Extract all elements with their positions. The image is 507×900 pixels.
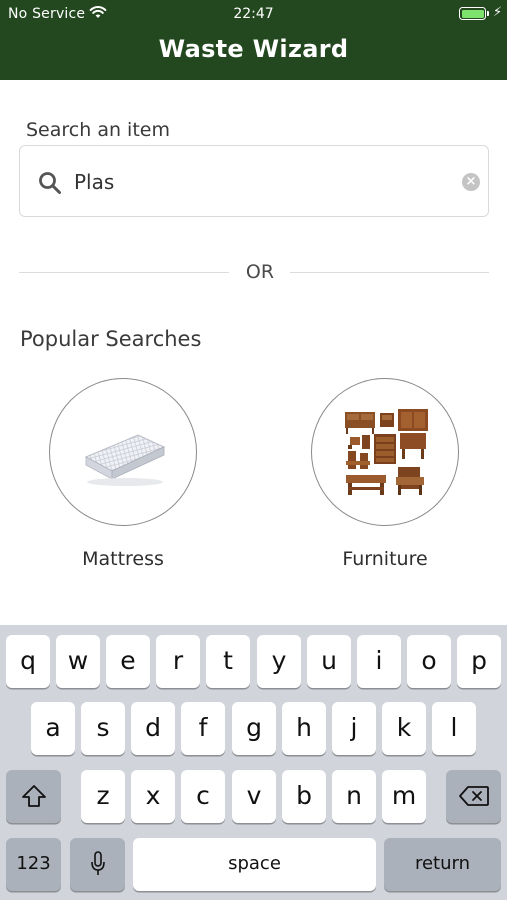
or-divider-text: OR: [245, 261, 275, 283]
key-q[interactable]: q: [6, 635, 50, 688]
key-z[interactable]: z: [81, 770, 125, 823]
on-screen-keyboard: q w e r t y u i o p a s d f g h j k l z …: [0, 625, 507, 900]
key-w[interactable]: w: [56, 635, 100, 688]
key-n[interactable]: n: [332, 770, 376, 823]
clear-icon[interactable]: ×: [462, 173, 480, 191]
key-y[interactable]: y: [257, 635, 301, 688]
numbers-key[interactable]: 123: [6, 838, 61, 891]
key-s[interactable]: s: [81, 702, 125, 755]
status-bar: No Service 22:47 ⚡: [0, 0, 507, 28]
search-label: Search an item: [26, 119, 170, 141]
key-g[interactable]: g: [232, 702, 276, 755]
charging-icon: ⚡: [493, 5, 503, 20]
search-field[interactable]: ×: [19, 145, 489, 217]
key-d[interactable]: d: [131, 702, 175, 755]
popular-item-furniture[interactable]: Furniture: [311, 378, 459, 570]
popular-item-label: Furniture: [342, 548, 428, 570]
popular-item-label: Mattress: [82, 548, 164, 570]
key-b[interactable]: b: [282, 770, 326, 823]
shift-key[interactable]: [6, 770, 61, 823]
key-e[interactable]: e: [106, 635, 150, 688]
search-input[interactable]: [74, 166, 444, 198]
popular-searches-title: Popular Searches: [20, 327, 202, 351]
space-key[interactable]: space: [133, 838, 376, 891]
key-l[interactable]: l: [432, 702, 476, 755]
furniture-image: [345, 409, 428, 495]
key-p[interactable]: p: [457, 635, 501, 688]
key-h[interactable]: h: [282, 702, 326, 755]
delete-key[interactable]: [446, 770, 501, 823]
furniture-image-circle[interactable]: [311, 378, 459, 526]
delete-icon: [458, 786, 489, 806]
status-time: 22:47: [233, 6, 274, 22]
key-o[interactable]: o: [407, 635, 451, 688]
divider-line-left: [19, 272, 229, 273]
key-i[interactable]: i: [357, 635, 401, 688]
app-header: No Service 22:47 ⚡ Waste Wizard: [0, 0, 507, 80]
key-r[interactable]: r: [156, 635, 200, 688]
key-m[interactable]: m: [382, 770, 426, 823]
key-c[interactable]: c: [181, 770, 225, 823]
key-f[interactable]: f: [181, 702, 225, 755]
popular-item-mattress[interactable]: Mattress: [49, 378, 197, 570]
battery-icon: [459, 7, 489, 20]
search-icon: [38, 171, 62, 199]
key-u[interactable]: u: [307, 635, 351, 688]
key-a[interactable]: a: [31, 702, 75, 755]
divider-line-right: [290, 272, 489, 273]
key-j[interactable]: j: [332, 702, 376, 755]
mattress-image: [84, 434, 166, 486]
microphone-icon: [90, 851, 105, 875]
page-title: Waste Wizard: [158, 35, 349, 63]
key-t[interactable]: t: [206, 635, 250, 688]
return-key[interactable]: return: [384, 838, 501, 891]
mattress-image-circle[interactable]: [49, 378, 197, 526]
microphone-key[interactable]: [70, 838, 125, 891]
shift-icon: [21, 785, 46, 807]
key-k[interactable]: k: [382, 702, 426, 755]
key-x[interactable]: x: [131, 770, 175, 823]
key-v[interactable]: v: [232, 770, 276, 823]
